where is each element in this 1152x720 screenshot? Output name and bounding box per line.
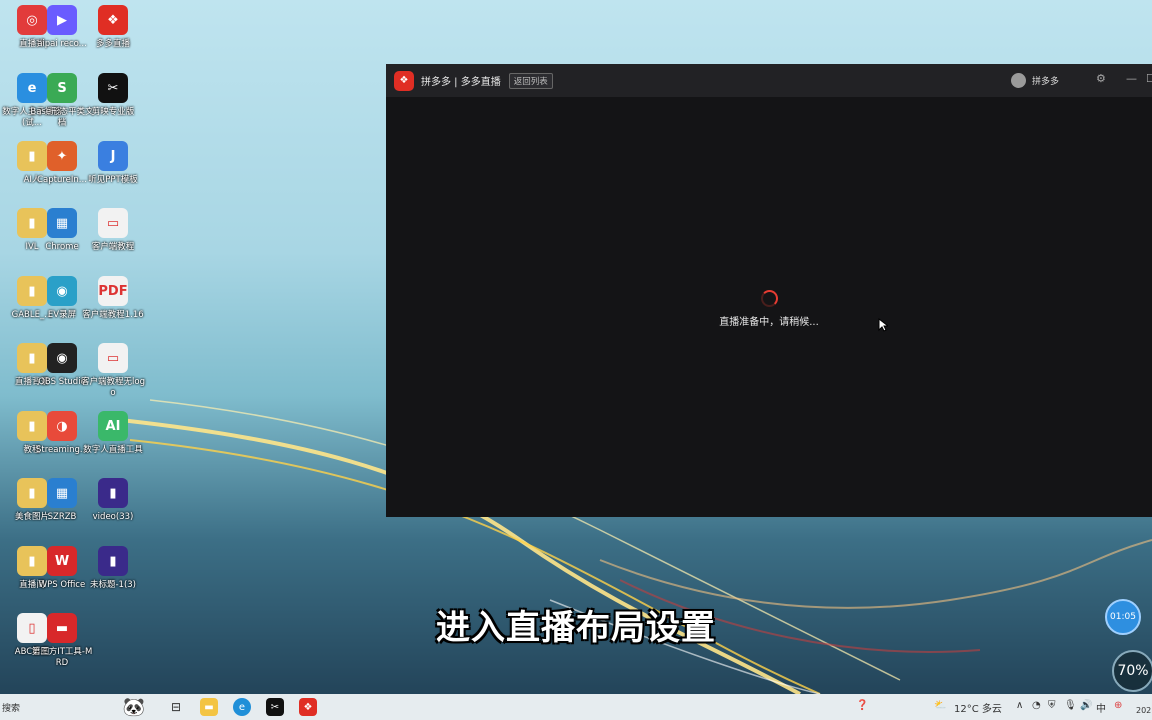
desktop-app-icon: ▦: [47, 208, 77, 238]
microphone-icon[interactable]: 🎙: [1064, 700, 1077, 711]
desktop-icon[interactable]: ▮ video(33): [81, 478, 145, 523]
desktop-app-icon: ✦: [47, 141, 77, 171]
desktop-icon-label: 剪映专业版: [91, 107, 135, 117]
shield-icon[interactable]: ⛨: [1048, 700, 1056, 711]
desktop-app-icon: ▦: [47, 478, 77, 508]
desktop-app-icon: ◉: [47, 343, 77, 373]
input-method-icon[interactable]: 中: [1096, 700, 1106, 715]
minimize-icon[interactable]: —: [1126, 72, 1137, 85]
help-icon[interactable]: ❓: [856, 700, 868, 711]
taskbar: 搜索 🐼 ⊟ ▬ e ✂ ❖ ❓ ⛅ 12°C 多云 ∧ ◔ ⛨ 🎙 🔊 中 ⊕…: [0, 694, 1152, 720]
loading-text: 直播准备中，请稍候...: [719, 317, 819, 328]
desktop-icon[interactable]: ▭ 客户端教程无logo: [81, 343, 145, 399]
live-stream-window: ❖ 拼多多 | 多多直播 返回列表 拼多多 ⚙ — ☐ 直播准备中，请稍候...: [386, 64, 1152, 517]
desktop-app-icon: PDF: [98, 276, 128, 306]
panda-search-decoration-icon: 🐼: [122, 696, 146, 718]
desktop-icon-label: 未标题-1(3): [89, 580, 137, 590]
desktop-app-icon: ▭: [98, 208, 128, 238]
loading-spinner-icon: [760, 290, 778, 307]
desktop-icon[interactable]: AI 数字人直播工具: [81, 411, 145, 456]
desktop-app-icon: ◑: [47, 411, 77, 441]
tray-chevron-up-icon[interactable]: ∧: [1016, 700, 1023, 711]
mouse-cursor-icon: [878, 318, 888, 332]
user-name[interactable]: 拼多多: [1032, 74, 1059, 87]
desktop-app-icon: ▮: [98, 478, 128, 508]
loading-indicator: 直播准备中，请稍候...: [386, 290, 1152, 328]
user-avatar[interactable]: [1011, 73, 1026, 88]
desktop-icon-label: 第三方IT工具-MRD: [31, 647, 93, 668]
pinduoduo-live-taskbar-icon[interactable]: ❖: [299, 698, 317, 716]
desktop-app-icon: ❖: [98, 5, 128, 35]
clock-date[interactable]: 202: [1136, 706, 1151, 715]
file-explorer-icon[interactable]: ▬: [200, 698, 218, 716]
desktop-icon-label: 数字人直播工具: [83, 445, 143, 455]
volume-icon[interactable]: 🔊: [1080, 700, 1092, 711]
desktop-icon-label: 多多直播: [95, 39, 130, 49]
desktop-icon-label: 客户端教程: [91, 242, 135, 252]
maximize-icon[interactable]: ☐: [1146, 72, 1152, 85]
desktop-icon-label: 客户端教程1.16: [82, 310, 144, 320]
app-tray-icon[interactable]: ⊕: [1114, 700, 1122, 711]
window-title: 拼多多 | 多多直播: [421, 77, 501, 88]
video-subtitle: 进入直播布局设置: [436, 608, 716, 648]
desktop-app-icon: AI: [98, 411, 128, 441]
timer-badge[interactable]: 01:05: [1105, 599, 1141, 635]
settings-gear-icon[interactable]: ⚙: [1096, 72, 1106, 85]
performance-percent-badge[interactable]: 70%: [1112, 650, 1152, 692]
desktop-app-icon: J: [98, 141, 128, 171]
desktop-icon[interactable]: ▮ 未标题-1(3): [81, 546, 145, 591]
pinduoduo-logo-icon: ❖: [394, 70, 414, 91]
desktop-icon[interactable]: ▭ 客户端教程: [81, 208, 145, 253]
desktop-app-icon: ✂: [98, 73, 128, 103]
desktop-app-icon: S: [47, 73, 77, 103]
window-titlebar[interactable]: ❖ 拼多多 | 多多直播 返回列表 拼多多 ⚙ — ☐: [386, 64, 1152, 97]
search-text: 搜索: [2, 703, 21, 714]
desktop-icon[interactable]: PDF 客户端教程1.16: [81, 276, 145, 321]
weather-text[interactable]: 12°C 多云: [954, 700, 1002, 715]
desktop-app-icon: ▭: [98, 343, 128, 373]
desktop-app-icon: ▮: [98, 546, 128, 576]
desktop-icon[interactable]: J 听见PPT模板: [81, 141, 145, 186]
desktop-app-icon: W: [47, 546, 77, 576]
desktop-icon-label: 客户端教程无logo: [81, 377, 145, 398]
edge-browser-icon[interactable]: e: [233, 698, 251, 716]
back-to-list-button[interactable]: 返回列表: [508, 72, 553, 89]
desktop-app-icon: ▶: [47, 5, 77, 35]
network-icon[interactable]: ◔: [1032, 700, 1041, 711]
weather-icon: ⛅: [934, 700, 947, 711]
capcut-icon[interactable]: ✂: [266, 698, 284, 716]
desktop-icon-label: 听见PPT模板: [88, 175, 138, 185]
desktop-icon-label: video(33): [92, 512, 134, 522]
desktop-app-icon: ◉: [47, 276, 77, 306]
desktop-icon[interactable]: ❖ 多多直播: [81, 5, 145, 50]
task-view-icon[interactable]: ⊟: [167, 698, 185, 716]
desktop-icon[interactable]: ✂ 剪映专业版: [81, 73, 145, 118]
